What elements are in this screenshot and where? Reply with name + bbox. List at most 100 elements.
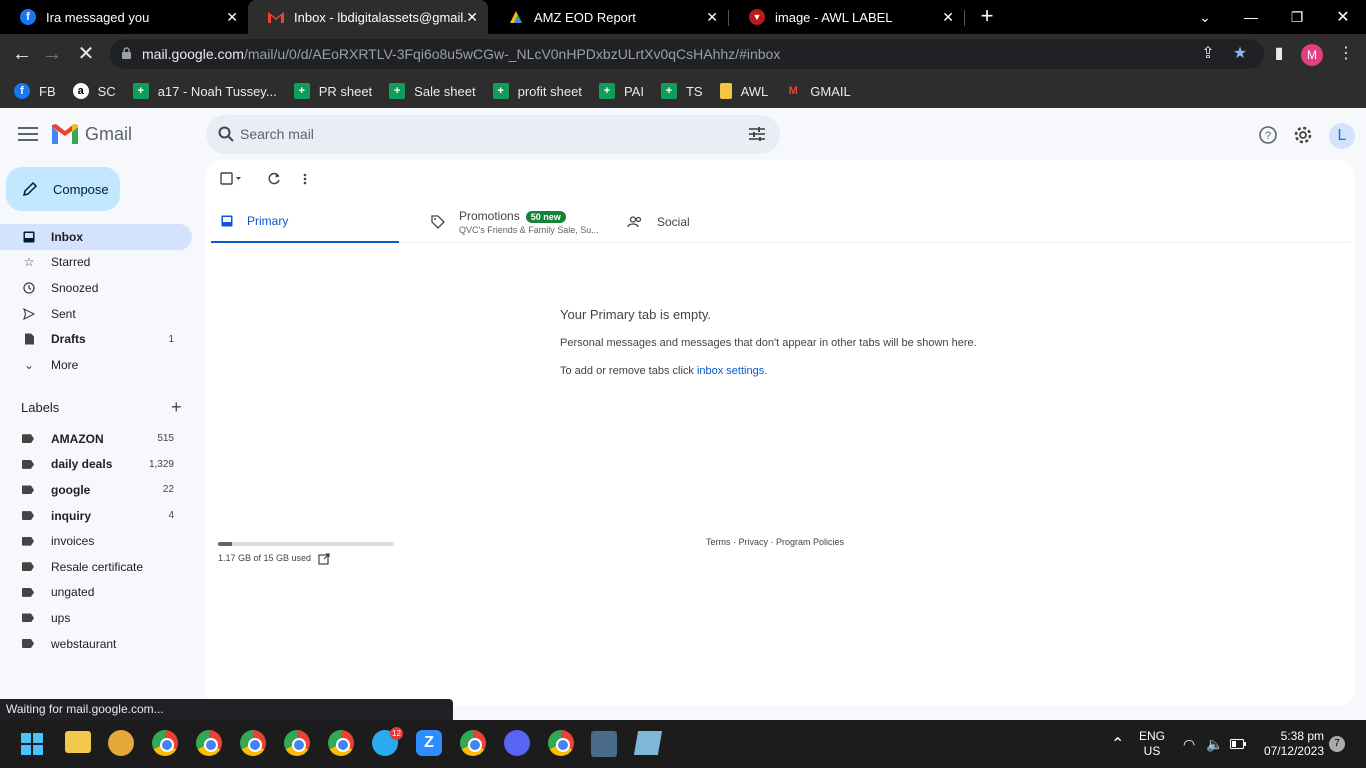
nav-more[interactable]: ⌄ More bbox=[0, 352, 192, 378]
label-tag-icon bbox=[22, 613, 34, 623]
storage-usage-bar bbox=[218, 542, 394, 546]
restore-icon[interactable]: ❐ bbox=[1274, 0, 1320, 34]
bookmark-profit-sheet[interactable]: + profit sheet bbox=[492, 83, 582, 99]
help-icon[interactable]: ? bbox=[1257, 124, 1279, 146]
battery-icon[interactable] bbox=[1230, 720, 1246, 768]
stop-loading-icon[interactable]: ✕ bbox=[74, 42, 98, 66]
note-icon bbox=[719, 83, 732, 99]
inbox-settings-link[interactable]: inbox settings bbox=[697, 365, 764, 377]
empty-state-hint: To add or remove tabs click inbox settin… bbox=[560, 365, 768, 377]
browser-tab-awl-label[interactable]: ▼ image - AWL LABEL ✕ bbox=[729, 0, 964, 34]
label-daily-deals[interactable]: daily deals 1,329 bbox=[0, 452, 192, 478]
calculator-icon[interactable] bbox=[591, 731, 617, 757]
nav-starred[interactable]: ☆ Starred bbox=[0, 250, 192, 276]
chrome-profile-icon[interactable] bbox=[328, 730, 354, 756]
bookmark-a17[interactable]: + a17 - Noah Tussey... bbox=[132, 83, 277, 99]
close-icon[interactable]: ✕ bbox=[706, 9, 718, 26]
sheets-icon: + bbox=[132, 83, 149, 99]
search-options-icon[interactable] bbox=[749, 127, 765, 141]
browser-tab-facebook[interactable]: f Ira messaged you ✕ bbox=[0, 0, 248, 34]
bookmark-ts[interactable]: + TS bbox=[660, 83, 703, 99]
window-close-icon[interactable]: ✕ bbox=[1320, 0, 1366, 34]
browser-profile-avatar[interactable]: M bbox=[1301, 44, 1323, 66]
nav-inbox[interactable]: Inbox bbox=[0, 224, 192, 250]
chrome-profile-icon[interactable] bbox=[460, 730, 486, 756]
search-input[interactable] bbox=[240, 123, 720, 145]
label-resale-certificate[interactable]: Resale certificate bbox=[0, 554, 192, 580]
bookmark-star-icon[interactable]: ★ bbox=[1229, 43, 1251, 65]
chevron-down-icon: ⌄ bbox=[23, 357, 35, 372]
show-hidden-icons-chevron[interactable]: ⌃ bbox=[1111, 720, 1124, 768]
bookmark-sc[interactable]: a SC bbox=[72, 83, 116, 99]
new-count-badge: 50 new bbox=[525, 210, 566, 223]
empty-state-message: Personal messages and messages that don'… bbox=[560, 337, 977, 349]
tab-primary[interactable]: Primary bbox=[211, 200, 399, 243]
bookmarks-bar: f FB a SC + a17 - Noah Tussey... + PR sheet … bbox=[0, 74, 1366, 108]
share-icon[interactable]: ⇪ bbox=[1197, 43, 1219, 65]
search-icon[interactable] bbox=[218, 126, 234, 142]
clock[interactable]: 5:38 pm 07/12/2023 bbox=[1262, 720, 1324, 768]
settings-gear-icon[interactable] bbox=[1292, 124, 1314, 146]
bookmark-awl[interactable]: AWL bbox=[719, 83, 768, 99]
draft-icon bbox=[22, 332, 36, 346]
app-icon[interactable] bbox=[108, 730, 134, 756]
discord-icon[interactable] bbox=[504, 730, 530, 756]
bookmark-gmail[interactable]: M GMAIL bbox=[785, 83, 851, 99]
chrome-active-icon[interactable] bbox=[548, 730, 574, 756]
windows-start-icon[interactable] bbox=[21, 733, 43, 755]
wifi-icon[interactable]: ◠ bbox=[1183, 720, 1195, 768]
refresh-icon[interactable] bbox=[267, 172, 281, 186]
tab-search-chevron-icon[interactable]: ⌄ bbox=[1182, 0, 1228, 34]
new-tab-icon[interactable]: + bbox=[976, 5, 998, 27]
bookmark-fb[interactable]: f FB bbox=[14, 83, 56, 99]
forward-arrow-icon[interactable]: → bbox=[40, 42, 64, 66]
nav-sent[interactable]: Sent bbox=[0, 301, 192, 327]
close-icon[interactable]: ✕ bbox=[466, 9, 478, 26]
browser-tab-gmail[interactable]: Inbox - lbdigitalassets@gmail.com ✕ bbox=[248, 0, 488, 34]
chrome-profile-icon[interactable] bbox=[196, 730, 222, 756]
nav-snoozed[interactable]: Snoozed bbox=[0, 275, 192, 301]
footer-links[interactable]: Terms · Privacy · Program Policies bbox=[706, 537, 844, 547]
add-label-icon[interactable]: + bbox=[171, 397, 182, 418]
open-external-icon[interactable] bbox=[318, 553, 330, 565]
select-all-checkbox-icon[interactable] bbox=[220, 172, 242, 186]
more-vert-icon[interactable] bbox=[302, 172, 308, 186]
main-menu-icon[interactable] bbox=[18, 127, 38, 143]
address-bar[interactable]: mail.google.com/mail/u/0/d/AEoRXRTLV-3Fq… bbox=[110, 39, 1264, 69]
chrome-profile-icon[interactable] bbox=[152, 730, 178, 756]
label-ungated[interactable]: ungated bbox=[0, 580, 192, 606]
gmail-icon: M bbox=[788, 85, 798, 97]
bookmark-sale-sheet[interactable]: + Sale sheet bbox=[389, 83, 476, 99]
label-tag-icon bbox=[22, 639, 34, 649]
minimize-icon[interactable]: — bbox=[1228, 0, 1274, 34]
notepad-icon[interactable] bbox=[633, 731, 663, 755]
side-panel-icon[interactable]: ▮ bbox=[1268, 43, 1290, 65]
browser-tab-amz-eod[interactable]: AMZ EOD Report ✕ bbox=[488, 0, 728, 34]
people-icon bbox=[627, 215, 642, 227]
zoom-icon[interactable]: Z bbox=[416, 730, 442, 756]
label-inquiry[interactable]: inquiry 4 bbox=[0, 503, 192, 529]
bookmark-pai[interactable]: + PAI bbox=[598, 83, 644, 99]
bookmark-pr-sheet[interactable]: + PR sheet bbox=[293, 83, 372, 99]
label-webstaurant[interactable]: webstaurant bbox=[0, 631, 192, 657]
chrome-profile-icon[interactable] bbox=[240, 730, 266, 756]
back-arrow-icon[interactable]: ← bbox=[10, 42, 34, 66]
label-google[interactable]: google 22 bbox=[0, 477, 192, 503]
label-amazon[interactable]: AMAZON 515 bbox=[0, 426, 192, 452]
label-invoices[interactable]: invoices bbox=[0, 528, 192, 554]
notification-count-badge[interactable]: 7 bbox=[1329, 736, 1345, 752]
tab-social[interactable]: Social bbox=[617, 200, 817, 243]
label-ups[interactable]: ups bbox=[0, 605, 192, 631]
account-avatar[interactable]: L bbox=[1329, 123, 1355, 149]
volume-icon[interactable]: 🔈 bbox=[1206, 720, 1223, 768]
tab-promotions[interactable]: Promotions 50 new QVC's Friends & Family … bbox=[421, 200, 621, 243]
close-icon[interactable]: ✕ bbox=[942, 9, 954, 26]
nav-drafts[interactable]: Drafts 1 bbox=[0, 326, 192, 352]
chrome-profile-icon[interactable] bbox=[284, 730, 310, 756]
more-vert-icon[interactable]: ⋮ bbox=[1335, 43, 1357, 65]
gmail-icon bbox=[268, 9, 284, 25]
close-icon[interactable]: ✕ bbox=[226, 9, 238, 26]
compose-button[interactable]: Compose bbox=[6, 167, 120, 211]
file-explorer-icon[interactable] bbox=[65, 731, 91, 753]
language-indicator[interactable]: ENG US bbox=[1139, 720, 1165, 768]
